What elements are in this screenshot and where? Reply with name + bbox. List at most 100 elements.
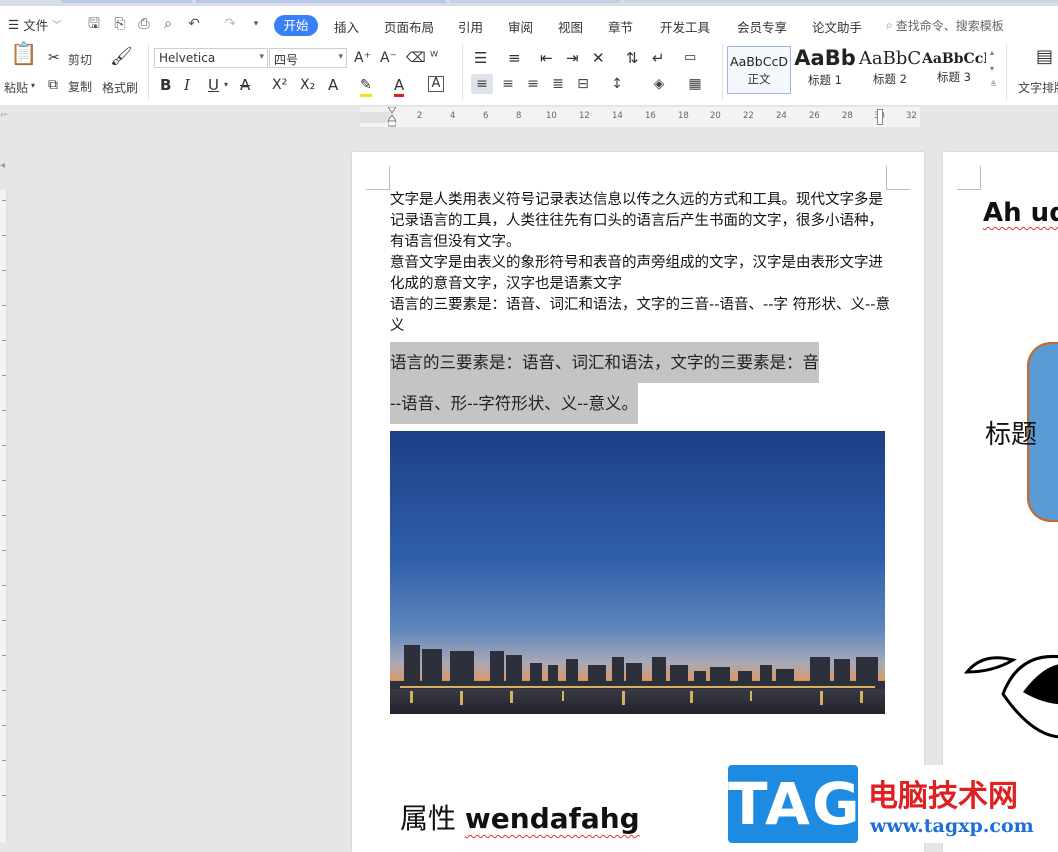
- font-size-select[interactable]: 四号 ▾: [269, 48, 347, 68]
- tab-chapter[interactable]: 章节: [608, 17, 633, 36]
- underline-dropdown-icon[interactable]: ▾: [224, 80, 228, 89]
- tab-paper-assistant[interactable]: 论文助手: [812, 17, 862, 36]
- save-icon[interactable]: 🖫: [86, 16, 102, 32]
- tab-page-layout[interactable]: 页面布局: [384, 17, 434, 36]
- numbered-list-icon[interactable]: ≡: [508, 49, 521, 67]
- bold-icon[interactable]: B: [160, 76, 171, 94]
- paragraph-mark-icon[interactable]: ↵: [652, 49, 665, 67]
- clear-format-icon[interactable]: ⌫: [406, 49, 426, 67]
- command-search[interactable]: ⌕ 查找命令、搜索模板: [886, 17, 1004, 34]
- borders-icon[interactable]: ▦: [684, 74, 706, 94]
- style-heading-3[interactable]: AaBbCcI 标题 3: [922, 46, 986, 94]
- tab-ruler-icon[interactable]: ▭: [684, 49, 696, 67]
- document-page[interactable]: 文字是人类用表义符号记录表达信息以传之久远的方式和工具。现代文字多是记录语言的工…: [352, 152, 924, 852]
- text-layout-icon: ▤: [1036, 46, 1054, 67]
- ribbon-divider: [148, 44, 149, 100]
- align-right-icon[interactable]: ≡: [522, 74, 544, 94]
- tab-view[interactable]: 视图: [558, 17, 583, 36]
- text-effect-icon[interactable]: A: [328, 76, 338, 94]
- ribbon-toolbar: 📋 粘贴 ▾ ✂ 剪切 ⧉ 复制 🖌 格式刷 Helvetica ▾ 四号 ▾ …: [0, 36, 1058, 106]
- shaded-paragraph[interactable]: 语言的三要素是：语音、词汇和语法，文字的三要素是：音 --语音、形--字符形状、…: [390, 342, 882, 424]
- phonetic-guide-icon[interactable]: ᵂ: [430, 49, 438, 67]
- tab-insert[interactable]: 插入: [334, 17, 359, 36]
- underline-icon[interactable]: U: [208, 76, 219, 94]
- vertical-ruler[interactable]: [0, 190, 7, 843]
- style-heading-1[interactable]: AaBb 标题 1: [793, 46, 857, 94]
- align-center-icon[interactable]: ≡: [497, 74, 519, 94]
- distribute-icon[interactable]: ⊟: [572, 74, 594, 94]
- format-painter-button[interactable]: 格式刷: [102, 79, 138, 96]
- highlight-color-icon[interactable]: ✎: [360, 76, 372, 97]
- city-skyline-image[interactable]: [390, 431, 885, 714]
- undo-icon[interactable]: ↶: [186, 16, 202, 32]
- attribute-heading[interactable]: 属性 wendafahg: [400, 797, 640, 837]
- customize-quick-access-icon[interactable]: ▾: [248, 16, 264, 32]
- line-spacing-icon[interactable]: ↕: [606, 74, 628, 94]
- document-body-text[interactable]: 文字是人类用表义符号记录表达信息以传之久远的方式和工具。现代文字多是记录语言的工…: [390, 190, 890, 337]
- chevron-down-icon: ▾: [259, 52, 264, 62]
- strikethrough-icon[interactable]: A: [240, 76, 250, 94]
- styles-scroll-up-icon[interactable]: ▴: [990, 48, 994, 57]
- tab-strip-segment: [196, 0, 446, 3]
- style-sample: AaBbC: [858, 48, 922, 69]
- bullet-list-icon[interactable]: ☰: [474, 49, 487, 67]
- export-pdf-icon[interactable]: ⎘: [112, 16, 128, 32]
- chinese-layout-icon[interactable]: ✕: [592, 49, 605, 67]
- copy-icon: ⧉: [48, 77, 58, 93]
- ruler-tick: [2, 410, 6, 411]
- sort-icon[interactable]: ⇅: [626, 49, 639, 67]
- chevron-down-icon: ▾: [338, 52, 343, 62]
- paragraph[interactable]: 文字是人类用表义符号记录表达信息以传之久远的方式和工具。现代文字多是记录语言的工…: [390, 190, 890, 253]
- tab-member[interactable]: 会员专享: [737, 17, 787, 36]
- styles-expand-icon[interactable]: ≚: [990, 80, 997, 89]
- superscript-icon[interactable]: X²: [272, 76, 287, 94]
- cartoon-image[interactable]: [963, 632, 1058, 752]
- paste-dropdown-icon[interactable]: ▾: [31, 81, 35, 90]
- font-name-select[interactable]: Helvetica ▾: [154, 48, 268, 68]
- document-page-2[interactable]: Ah ud 标题: [943, 152, 1058, 852]
- italic-icon[interactable]: I: [184, 76, 190, 94]
- copy-button[interactable]: 复制: [68, 78, 92, 95]
- ruler-toggle-icon[interactable]: ◂: [0, 160, 8, 174]
- increase-indent-icon[interactable]: ⇥: [566, 49, 579, 67]
- indent-marker-icon[interactable]: [387, 106, 397, 127]
- tab-review[interactable]: 审阅: [508, 17, 533, 36]
- site-watermark: TAG 电脑技术网 www.tagxp.com: [728, 765, 1054, 843]
- paste-button[interactable]: 粘贴: [4, 79, 28, 96]
- print-icon[interactable]: ⎙: [136, 16, 152, 32]
- ruler-tick: [2, 375, 6, 376]
- decrease-indent-icon[interactable]: ⇤: [540, 49, 553, 67]
- subscript-icon[interactable]: X₂: [300, 76, 315, 94]
- tab-developer[interactable]: 开发工具: [660, 17, 710, 36]
- style-heading-2[interactable]: AaBbC 标题 2: [858, 46, 922, 94]
- ruler-number: 8: [516, 111, 522, 121]
- justify-icon[interactable]: ≣: [547, 74, 569, 94]
- page2-heading[interactable]: 标题: [985, 414, 1037, 451]
- cut-button[interactable]: 剪切: [68, 51, 92, 68]
- increase-font-icon[interactable]: A⁺: [354, 49, 371, 67]
- page2-title[interactable]: Ah ud: [983, 198, 1058, 228]
- ruler-tick: [2, 725, 6, 726]
- ruler-number: 18: [678, 111, 689, 121]
- file-menu[interactable]: ☰ 文件 ﹀: [8, 15, 61, 34]
- styles-scroll-down-icon[interactable]: ▾: [990, 64, 994, 73]
- right-indent-marker-icon[interactable]: [877, 109, 883, 125]
- ruler-number: 4: [450, 111, 456, 121]
- shading-icon[interactable]: ◈: [648, 74, 670, 94]
- character-border-icon[interactable]: A: [428, 76, 444, 92]
- paste-icon[interactable]: 📋: [10, 44, 37, 66]
- print-preview-icon[interactable]: ⌕: [160, 16, 176, 32]
- paragraph[interactable]: 语言的三要素是：语音、词汇和语法，文字的三音--语音、--字 符形状、义--意义: [390, 295, 890, 337]
- attribute-value: wendafahg: [464, 802, 640, 835]
- tab-home[interactable]: 开始: [274, 15, 318, 36]
- style-normal[interactable]: AaBbCcD 正文: [727, 46, 791, 94]
- ruler-toggle-icon[interactable]: ⌐: [0, 110, 8, 124]
- text-layout-button[interactable]: 文字排版: [1018, 79, 1058, 96]
- horizontal-ruler[interactable]: 2 4 6 8 10 12 14 16 18 20 22 24 26 28 30…: [360, 106, 920, 127]
- align-left-icon[interactable]: ≡: [471, 74, 493, 94]
- tab-references[interactable]: 引用: [458, 17, 483, 36]
- decrease-font-icon[interactable]: A⁻: [380, 49, 397, 67]
- font-color-icon[interactable]: A: [394, 76, 405, 97]
- paragraph[interactable]: 意音文字是由表义的象形符号和表音的声旁组成的文字，汉字是由表形文字进化成的意音文…: [390, 253, 890, 295]
- redo-icon[interactable]: ↷: [222, 16, 238, 32]
